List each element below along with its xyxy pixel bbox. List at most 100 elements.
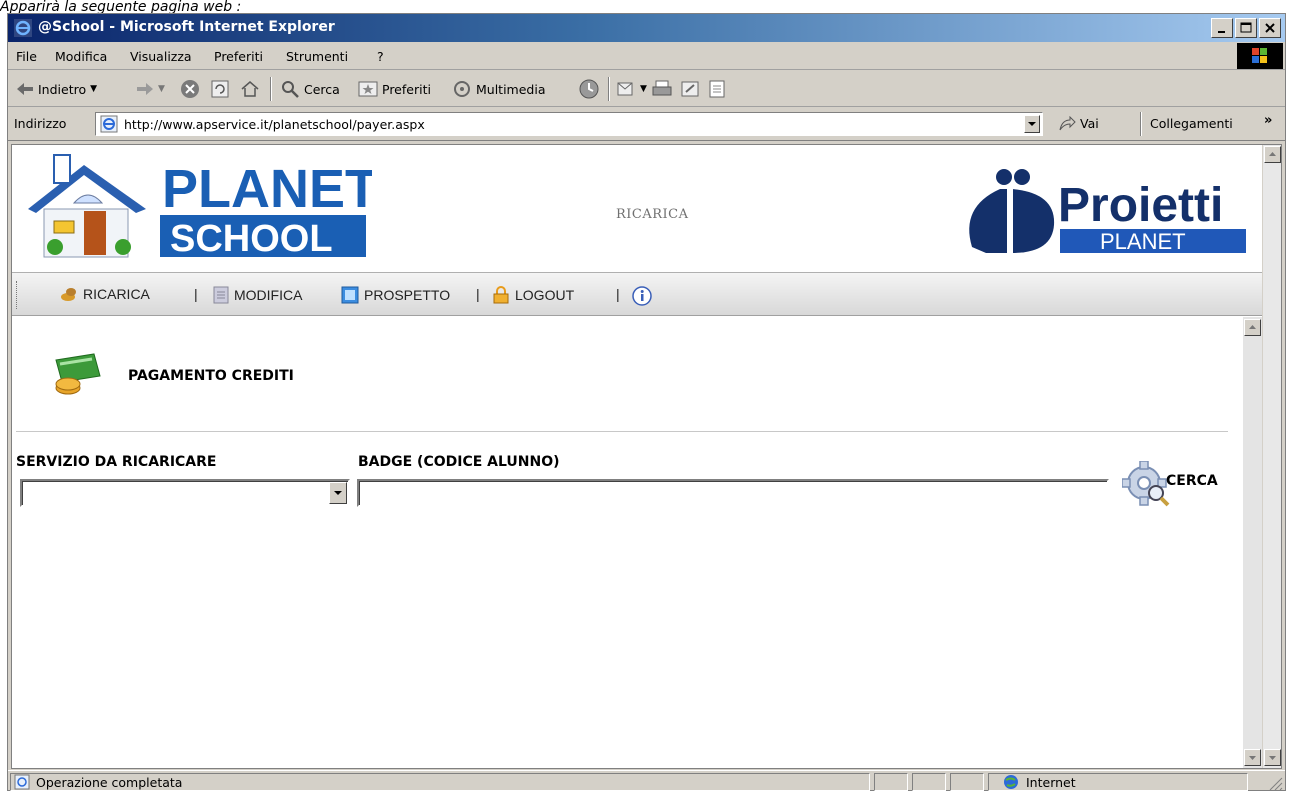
- nav-logout[interactable]: LOGOUT: [492, 286, 574, 304]
- history-button[interactable]: [578, 77, 600, 101]
- maximize-icon: [1240, 22, 1252, 33]
- address-separator: [1140, 112, 1142, 136]
- print-button[interactable]: [652, 77, 672, 101]
- history-icon: [579, 79, 599, 99]
- search-label: Cerca: [304, 81, 340, 97]
- scroll-down-button[interactable]: [1264, 749, 1281, 766]
- inner-scrollbar[interactable]: [1243, 317, 1262, 768]
- home-button[interactable]: [240, 77, 260, 101]
- inner-scroll-down-button[interactable]: [1244, 749, 1261, 766]
- stop-icon: [181, 80, 199, 98]
- toolbar-grip[interactable]: [16, 281, 19, 309]
- search-student-label: CERCA: [1166, 473, 1218, 489]
- scroll-up-button[interactable]: [1264, 146, 1281, 163]
- globe-icon: [1004, 775, 1018, 789]
- media-label: Multimedia: [476, 81, 546, 97]
- menu-preferiti[interactable]: Preferiti: [214, 49, 263, 64]
- stop-button[interactable]: [180, 77, 200, 101]
- badge-label: BADGE (CODICE ALUNNO): [358, 454, 560, 470]
- refresh-button[interactable]: [210, 77, 230, 101]
- logo-proietti-text: Proietti: [1058, 179, 1223, 232]
- browser-window: @School - Microsoft Internet Explorer Fi…: [7, 13, 1286, 791]
- section-title: PAGAMENTO CREDITI: [128, 368, 294, 384]
- address-dropdown-button[interactable]: [1024, 115, 1040, 133]
- address-bar: Indirizzo http://www.apservice.it/planet…: [8, 107, 1285, 141]
- close-icon: [1265, 23, 1275, 33]
- menu-visualizza[interactable]: Visualizza: [130, 49, 192, 64]
- logo-planet-small-text: PLANET: [1100, 229, 1186, 254]
- favorites-button[interactable]: Preferiti: [358, 77, 431, 101]
- maximize-button[interactable]: [1235, 18, 1257, 38]
- forward-dropdown-icon[interactable]: ▼: [158, 84, 165, 94]
- page-heading: RICARICA: [616, 207, 689, 222]
- nav-ricarica[interactable]: RICARICA: [60, 286, 150, 302]
- windows-flag-icon: [1252, 48, 1267, 63]
- resize-grip-icon[interactable]: [1267, 775, 1283, 791]
- search-student-button[interactable]: CERCA: [1118, 455, 1228, 511]
- mail-dropdown-icon[interactable]: ▼: [640, 84, 647, 94]
- minimize-button[interactable]: [1211, 18, 1233, 38]
- chevron-up-icon: [1249, 325, 1256, 329]
- mail-button[interactable]: ▼: [616, 77, 647, 101]
- coins-icon: [61, 288, 76, 301]
- inner-scroll-up-button[interactable]: [1244, 319, 1261, 336]
- menu-modifica[interactable]: Modifica: [55, 49, 107, 64]
- status-panel: [950, 773, 984, 791]
- minimize-icon: [1218, 31, 1225, 33]
- menu-help[interactable]: ?: [377, 49, 384, 64]
- title-bar[interactable]: @School - Microsoft Internet Explorer: [8, 14, 1285, 42]
- forward-arrow-icon: [137, 83, 153, 95]
- standard-toolbar: Indietro ▼ ▼ Cerca Preferiti Multimedia: [8, 71, 1285, 107]
- favorites-label: Preferiti: [382, 81, 431, 97]
- menu-bar: File Modifica Visualizza Preferiti Strum…: [8, 42, 1285, 70]
- service-select-arrow[interactable]: [329, 482, 347, 504]
- service-select[interactable]: [20, 479, 350, 507]
- nav-prospetto-label: PROSPETTO: [364, 287, 451, 303]
- address-url: http://www.apservice.it/planetschool/pay…: [124, 117, 425, 132]
- back-dropdown-icon[interactable]: ▼: [90, 84, 97, 94]
- nav-modifica-label: MODIFICA: [234, 287, 303, 303]
- search-icon: [282, 81, 299, 98]
- window-title: @School - Microsoft Internet Explorer: [38, 19, 335, 35]
- nav-info[interactable]: [632, 286, 652, 306]
- discuss-button[interactable]: [708, 77, 726, 101]
- payment-icon: [55, 353, 101, 395]
- back-button[interactable]: Indietro ▼: [16, 77, 97, 101]
- links-button[interactable]: Collegamenti: [1150, 116, 1233, 131]
- gear-search-icon: [1122, 461, 1170, 507]
- back-label: Indietro: [38, 81, 87, 97]
- back-arrow-icon: [17, 83, 33, 95]
- nav-modifica[interactable]: MODIFICA: [213, 286, 302, 304]
- menu-strumenti[interactable]: Strumenti: [286, 49, 348, 64]
- page-status-icon: [14, 774, 30, 790]
- search-button[interactable]: Cerca: [280, 77, 340, 101]
- proietti-logo: Proietti PLANET: [969, 169, 1246, 254]
- nav-prospetto[interactable]: PROSPETTO: [341, 286, 450, 304]
- status-panel: [912, 773, 946, 791]
- windows-logo: [1237, 43, 1283, 69]
- print-icon: [652, 80, 672, 96]
- address-field[interactable]: http://www.apservice.it/planetschool/pay…: [95, 112, 1043, 136]
- report-icon: [341, 286, 359, 304]
- favorites-icon: [358, 81, 378, 97]
- toolbar-separator: [270, 77, 272, 101]
- badge-input[interactable]: [357, 479, 1109, 507]
- edit-icon: [681, 81, 699, 97]
- lock-icon: [493, 286, 509, 304]
- divider: [16, 431, 1228, 432]
- chevron-down-icon: [334, 491, 342, 495]
- page-scrollbar[interactable]: [1262, 145, 1281, 768]
- go-label: Vai: [1080, 116, 1099, 131]
- discuss-icon: [709, 80, 725, 98]
- close-button[interactable]: [1259, 18, 1281, 38]
- edit-button[interactable]: [680, 77, 700, 101]
- status-text: Operazione completata: [36, 775, 183, 790]
- media-button[interactable]: Multimedia: [452, 77, 546, 101]
- forward-button[interactable]: ▼: [136, 77, 165, 101]
- planet-school-logo: PLANET SCHOOL: [28, 154, 372, 260]
- content-frame: PAGAMENTO CREDITI SERVIZIO DA RICARICARE…: [12, 317, 1262, 768]
- links-more-icon[interactable]: »: [1264, 113, 1272, 128]
- go-button[interactable]: Vai: [1050, 112, 1140, 136]
- menu-file[interactable]: File: [16, 49, 37, 64]
- address-label: Indirizzo: [14, 116, 67, 131]
